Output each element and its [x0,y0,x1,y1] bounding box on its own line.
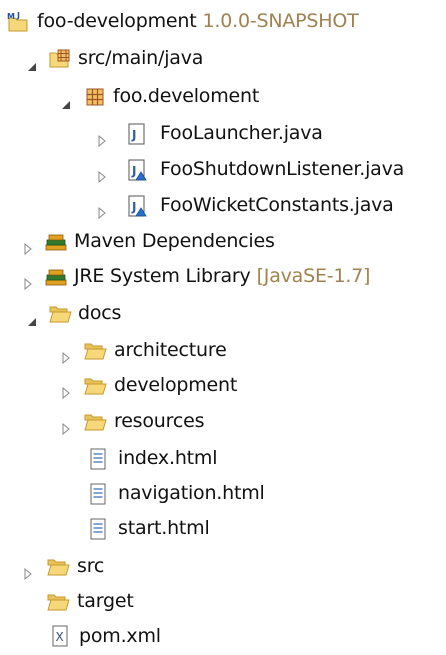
tree-item-label: JRE System Library [74,265,251,287]
svg-text:J: J [131,164,136,178]
library-icon [44,231,68,253]
tree-item-label: foo.develoment [113,85,260,107]
jre-version-decoration: [JavaSE-1.7] [256,265,371,287]
tree-item-label: Maven Dependencies [74,230,275,252]
tree-item-label: FooLauncher.java [160,122,323,144]
collapsed-arrow-icon[interactable] [96,202,108,220]
svg-text:M: M [7,12,15,21]
tree-item-label: FooWicketConstants.java [160,194,394,216]
tree-item-foolauncher[interactable]: J FooLauncher.java [0,116,446,152]
svg-text:J: J [131,128,136,142]
folder-icon [83,411,107,433]
tree-item-foowicketconstants[interactable]: J FooWicketConstants.java [0,188,446,224]
collapsed-arrow-icon[interactable] [22,238,34,256]
tree-item-label: src/main/java [78,47,204,69]
library-icon [44,266,68,288]
collapsed-arrow-icon[interactable] [22,273,34,291]
tree-item-package[interactable]: foo.develoment [0,79,446,115]
tree-item-resources[interactable]: resources [0,404,446,440]
open-folder-icon [48,303,72,325]
tree-item-label: resources [114,410,205,432]
tree-item-label: architecture [114,339,227,361]
tree-item-label: docs [78,302,122,324]
maven-project-icon: M J [6,11,30,33]
svg-text:J: J [16,11,20,20]
tree-item-src-main-java[interactable]: src/main/java [0,41,446,77]
svg-text:X: X [56,630,64,644]
tree-item-start-html[interactable]: start.html [0,511,446,547]
svg-text:J: J [131,200,136,214]
tree-item-label: target [77,590,134,612]
expanded-arrow-icon[interactable] [26,311,38,326]
folder-icon [83,375,107,397]
collapsed-arrow-icon[interactable] [96,130,108,148]
tree-item-architecture[interactable]: architecture [0,333,446,369]
html-file-icon [86,483,110,505]
html-file-icon [86,448,110,470]
java-file-icon: J [124,159,148,181]
tree-item-label: FooShutdownListener.java [160,158,405,180]
version-decoration: 1.0.0-SNAPSHOT [202,10,359,32]
tree-item-index-html[interactable]: index.html [0,441,446,477]
collapsed-arrow-icon[interactable] [96,166,108,184]
tree-item-label: index.html [118,447,218,469]
tree-item-fooshutdownlistener[interactable]: J FooShutdownListener.java [0,152,446,188]
tree-item-navigation-html[interactable]: navigation.html [0,476,446,512]
tree-item-maven-dependencies[interactable]: Maven Dependencies [0,224,446,260]
tree-item-label: development [114,374,238,396]
folder-icon [46,556,70,578]
html-file-icon [86,518,110,540]
tree-item-label: pom.xml [79,625,161,647]
tree-item-label: navigation.html [118,482,265,504]
tree-item-label: foo-development [37,10,197,32]
collapsed-arrow-icon[interactable] [22,563,34,581]
tree-item-project[interactable]: M J foo-development 1.0.0-SNAPSHOT [0,4,446,40]
java-file-icon: J [124,195,148,217]
collapsed-arrow-icon[interactable] [60,347,72,365]
expanded-arrow-icon[interactable] [60,94,72,109]
collapsed-arrow-icon[interactable] [60,418,72,436]
folder-icon [46,591,70,613]
tree-item-pom-xml[interactable]: X pom.xml [0,619,446,655]
tree-item-label: src [77,555,105,577]
project-explorer-tree: M J foo-development 1.0.0-SNAPSHOT src/ma… [0,0,446,652]
tree-item-src[interactable]: src [0,549,446,585]
tree-item-target[interactable]: target [0,584,446,620]
tree-item-label: start.html [118,517,210,539]
tree-item-development[interactable]: development [0,368,446,404]
tree-item-docs[interactable]: docs [0,296,446,332]
source-folder-icon [48,48,72,70]
folder-icon [83,340,107,362]
xml-file-icon: X [48,625,72,647]
collapsed-arrow-icon[interactable] [60,382,72,400]
expanded-arrow-icon[interactable] [26,56,38,71]
package-icon [83,86,107,108]
tree-item-jre-system-library[interactable]: JRE System Library [JavaSE-1.7] [0,259,446,295]
java-file-icon: J [124,123,148,145]
